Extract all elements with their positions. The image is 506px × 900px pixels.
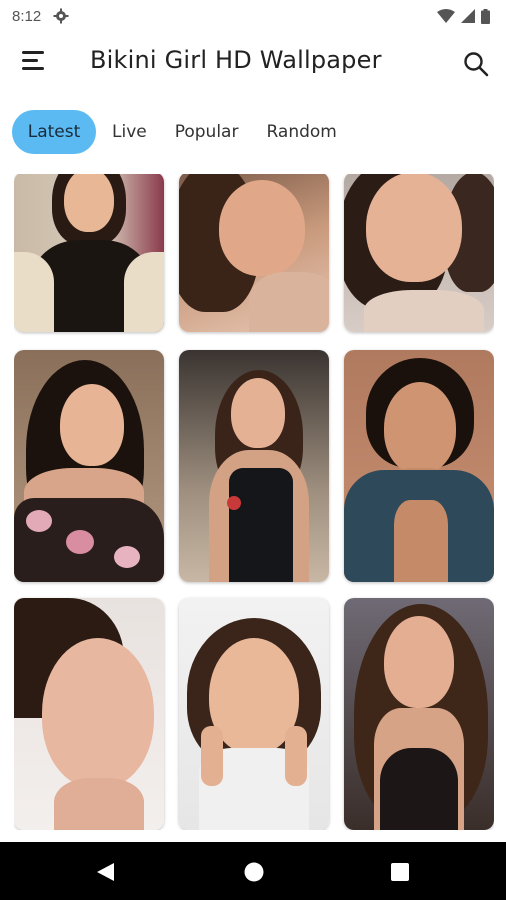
wallpaper-thumbnail[interactable]: [14, 174, 164, 332]
status-bar: 8:12: [0, 0, 506, 32]
menu-icon-bar: [22, 67, 44, 70]
wallpaper-thumbnail[interactable]: [344, 598, 494, 830]
category-tabs: Latest Live Popular Random: [12, 110, 351, 154]
back-triangle-icon: [97, 863, 114, 881]
tab-popular[interactable]: Popular: [161, 110, 253, 154]
wallpaper-thumbnail[interactable]: [179, 174, 329, 332]
wallpaper-thumbnail[interactable]: [344, 350, 494, 582]
wallpaper-thumbnail[interactable]: [179, 350, 329, 582]
search-button[interactable]: [462, 50, 490, 78]
wallpaper-grid: [14, 174, 494, 830]
gear-icon: [53, 8, 69, 24]
wifi-icon: [437, 9, 455, 23]
wallpaper-thumbnail[interactable]: [344, 174, 494, 332]
status-time: 8:12: [12, 7, 42, 25]
menu-button[interactable]: [22, 51, 48, 73]
search-icon: [464, 52, 489, 77]
app-title: Bikini Girl HD Wallpaper: [90, 46, 382, 74]
tab-random[interactable]: Random: [252, 110, 350, 154]
wallpaper-thumbnail[interactable]: [14, 350, 164, 582]
system-navigation-bar: [0, 842, 506, 900]
nav-recents-button[interactable]: [390, 862, 410, 886]
wallpaper-thumbnail[interactable]: [179, 598, 329, 830]
nav-home-button[interactable]: [243, 861, 265, 887]
recents-square-icon: [391, 863, 409, 881]
tab-latest[interactable]: Latest: [12, 110, 96, 154]
tab-live[interactable]: Live: [98, 110, 161, 154]
wallpaper-thumbnail[interactable]: [14, 598, 164, 830]
app-bar: Bikini Girl HD Wallpaper: [0, 32, 506, 94]
battery-icon: [481, 8, 490, 24]
menu-icon: [22, 51, 44, 54]
menu-icon-bar: [22, 59, 38, 62]
nav-back-button[interactable]: [94, 861, 116, 887]
signal-icon: [461, 9, 475, 23]
home-circle-icon: [244, 862, 264, 882]
